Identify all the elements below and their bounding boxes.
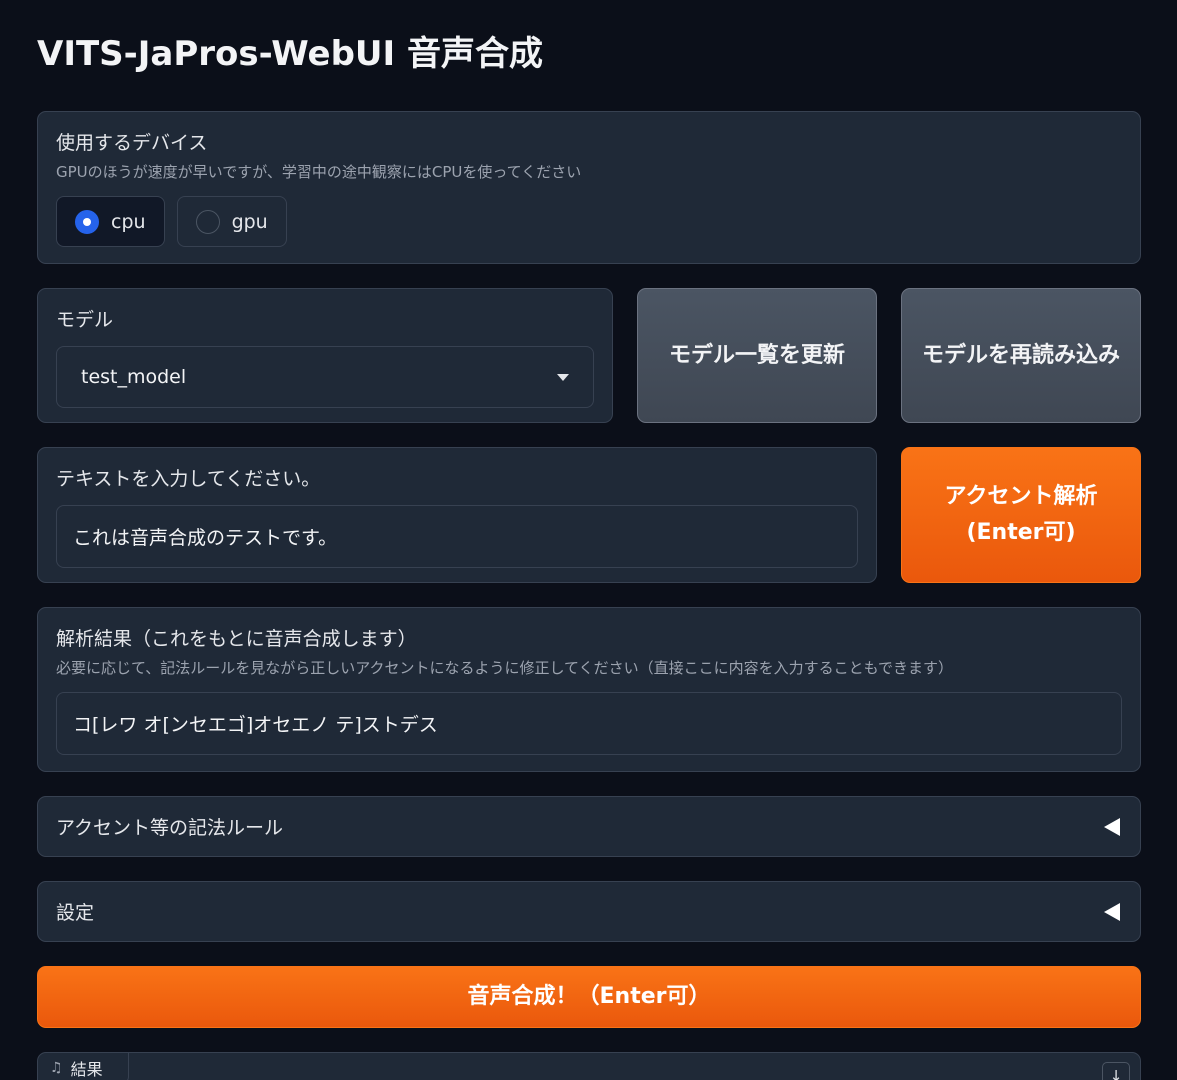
radio-gpu-label: gpu xyxy=(231,210,268,233)
device-block: 使用するデバイス GPUのほうが速度が早いですが、学習中の途中観察にはCPUを使… xyxy=(37,111,1141,264)
model-selected-value: test_model xyxy=(81,366,187,388)
model-label: モデル xyxy=(56,309,114,331)
accordion-settings[interactable]: 設定 xyxy=(37,881,1141,942)
output-label: 結果 xyxy=(70,1059,103,1079)
device-radio-group: cpu gpu xyxy=(56,196,1122,247)
accordion-settings-label: 設定 xyxy=(56,902,95,924)
accent-analysis-button[interactable]: アクセント解析(Enter可) xyxy=(901,447,1141,583)
analysis-label: 解析結果（これをもとに音声合成します） xyxy=(56,628,417,650)
model-dropdown[interactable]: test_model xyxy=(56,346,594,408)
device-label: 使用するデバイス xyxy=(56,132,208,154)
analysis-info: 必要に応じて、記法ルールを見ながら正しいアクセントになるように修正してください（… xyxy=(56,659,954,677)
model-block: モデル test_model xyxy=(37,288,613,423)
radio-gpu[interactable]: gpu xyxy=(176,196,287,247)
output-audio-block: ♫ 結果 ↓ xyxy=(37,1052,1141,1080)
text-input-block: テキストを入力してください。 これは音声合成のテストです。 xyxy=(37,447,877,583)
reload-model-button[interactable]: モデルを再読み込み xyxy=(901,288,1141,423)
collapse-triangle-icon[interactable] xyxy=(1104,817,1120,836)
radio-cpu-label: cpu xyxy=(111,210,146,233)
page-title: VITS-JaPros-WebUI 音声合成 xyxy=(37,34,543,74)
refresh-model-list-button[interactable]: モデル一覧を更新 xyxy=(637,288,877,423)
device-info: GPUのほうが速度が早いですが、学習中の途中観察にはCPUを使ってください xyxy=(56,163,582,181)
accordion-notation-rules[interactable]: アクセント等の記法ルール xyxy=(37,796,1141,857)
analysis-block: 解析結果（これをもとに音声合成します） 必要に応じて、記法ルールを見ながら正しい… xyxy=(37,607,1141,772)
accordion-rules-label: アクセント等の記法ルール xyxy=(56,817,284,839)
radio-checked-icon[interactable] xyxy=(75,209,99,234)
download-icon[interactable]: ↓ xyxy=(1102,1062,1130,1080)
synthesize-button[interactable]: 音声合成！（Enter可） xyxy=(37,966,1141,1028)
music-note-icon: ♫ xyxy=(50,1059,63,1076)
chevron-down-icon[interactable] xyxy=(557,373,569,381)
text-input-label: テキストを入力してください。 xyxy=(56,468,321,490)
collapse-triangle-icon[interactable] xyxy=(1104,902,1120,921)
radio-cpu[interactable]: cpu xyxy=(56,196,165,247)
radio-unchecked-icon[interactable] xyxy=(195,209,220,234)
analysis-result-field[interactable]: コ[レワ オ[ンセエゴ]オセエノ テ]ストデス xyxy=(56,692,1122,755)
page: VITS-JaPros-WebUI 音声合成 使用するデバイス GPUのほうが速… xyxy=(0,0,1177,1080)
output-label-tag: ♫ 結果 xyxy=(38,1053,129,1080)
text-input-field[interactable]: これは音声合成のテストです。 xyxy=(56,505,858,568)
